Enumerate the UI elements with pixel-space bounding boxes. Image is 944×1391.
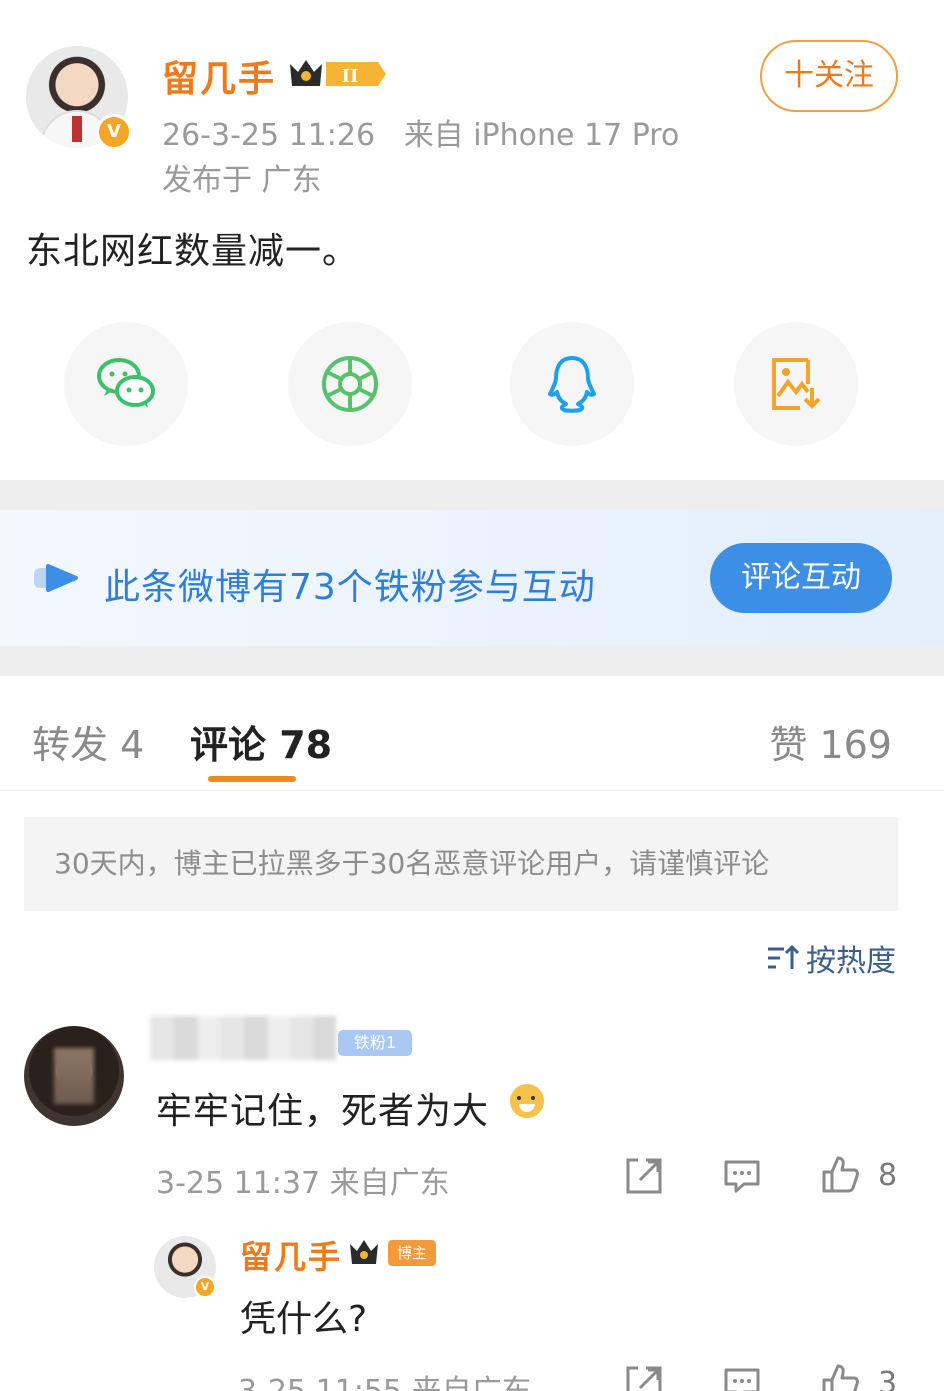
post-card: V 留几手 II 26-3-25 11:26 来自 iPhone 17 Pro … (0, 0, 944, 480)
avatar-blur (54, 1048, 94, 1104)
vip-crown-icon[interactable]: II (288, 56, 388, 92)
tab-likes[interactable]: 赞 169 (769, 714, 892, 769)
qq-icon (548, 356, 596, 413)
active-tab-indicator (208, 776, 296, 782)
fan-play-icon (34, 564, 78, 592)
doge-emoji-icon (510, 1084, 544, 1118)
reply-author-name[interactable]: 留几手 (240, 1232, 342, 1278)
reply-meta: 3-25 11:55 来自广东 (238, 1366, 532, 1391)
comment-like-button[interactable] (820, 1154, 860, 1194)
reply-like-button[interactable] (820, 1362, 860, 1391)
verified-icon: V (96, 114, 132, 150)
reply-share-button[interactable] (624, 1364, 664, 1391)
post-meta: 26-3-25 11:26 来自 iPhone 17 Pro (162, 110, 679, 154)
share-icon (626, 1366, 662, 1391)
banner-text[interactable]: 此条微博有73个铁粉参与互动 (104, 558, 596, 610)
sort-label: 按热度 (806, 944, 896, 979)
wechat-share-button[interactable] (64, 322, 188, 446)
commenter-avatar[interactable] (24, 1026, 124, 1126)
tab-comments[interactable]: 评论 78 (190, 714, 332, 769)
author-name[interactable]: 留几手 (162, 50, 276, 102)
comment-meta: 3-25 11:37 来自广东 (156, 1166, 450, 1201)
tab-repost[interactable]: 转发 4 (32, 714, 144, 769)
thumbs-up-icon (822, 1364, 859, 1391)
section-divider (0, 480, 944, 510)
comment-text: 牢牢记住，死者为大 (156, 1091, 490, 1132)
moments-share-button[interactable] (288, 322, 412, 446)
reply-verified-icon: V (194, 1276, 216, 1298)
save-image-icon (772, 358, 821, 410)
reply-vip-crown-icon (350, 1240, 378, 1264)
sort-by-hot-button[interactable]: 按热度 (766, 936, 896, 980)
comment-icon (724, 1368, 760, 1391)
post-content: 东北网红数量减一。 (26, 231, 360, 272)
avatar-tie (72, 116, 82, 142)
save-image-share-button[interactable] (734, 322, 858, 446)
reply-text: 凭什么? (240, 1299, 368, 1340)
comment-icon (724, 1160, 760, 1193)
reply-like-count: 3 (878, 1366, 898, 1391)
reply-reply-button[interactable] (722, 1364, 762, 1391)
share-icon (626, 1158, 662, 1194)
post-timestamp: 26-3-25 11:26 (162, 118, 376, 153)
wechat-icon (97, 358, 155, 408)
vip-level-text: II (342, 66, 359, 87)
comment-notice: 30天内，博主已拉黑多于30名恶意评论用户，请谨慎评论 (24, 817, 898, 911)
post-source: 来自 iPhone 17 Pro (403, 118, 680, 153)
post-location: 发布于 广东 (162, 163, 322, 198)
sort-icon (768, 944, 800, 969)
post-tabs: 转发 4 评论 78 赞 169 (0, 676, 944, 791)
comment-like-count: 8 (878, 1158, 898, 1193)
section-divider (0, 646, 944, 676)
comment-share-button[interactable] (624, 1156, 664, 1196)
fan-level-badge: 铁粉1 (338, 1030, 412, 1056)
share-row (0, 322, 944, 446)
follow-button[interactable]: 十关注 (760, 40, 898, 112)
thumbs-up-icon (822, 1156, 859, 1193)
comment-reply-button[interactable] (722, 1156, 762, 1196)
qq-share-button[interactable] (510, 322, 634, 446)
comment-interact-button[interactable]: 评论互动 (710, 543, 892, 613)
commenter-name-blurred[interactable] (150, 1016, 336, 1060)
moments-icon (322, 356, 378, 412)
host-badge: 博主 (388, 1240, 436, 1266)
